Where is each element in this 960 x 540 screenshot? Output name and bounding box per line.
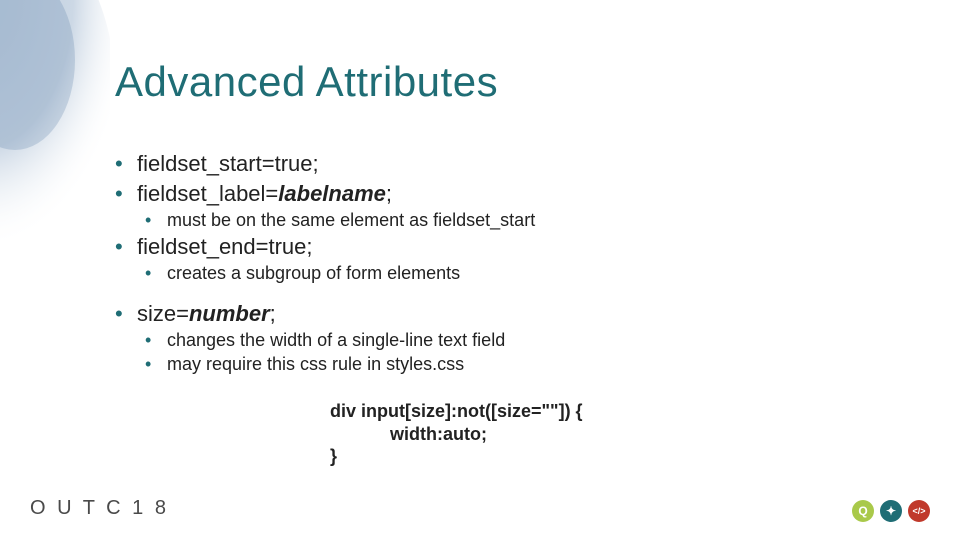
subbullet-css-rule: may require this css rule in styles.css: [145, 353, 900, 376]
subbullet-width: changes the width of a single-line text …: [145, 329, 900, 352]
footer-icon-a: Q: [852, 500, 874, 522]
footer-icon-c: </>: [908, 500, 930, 522]
text-segment: ;: [386, 181, 392, 206]
bullet-fieldset-start: fieldset_start=true;: [115, 150, 900, 178]
bullet-size: size=number;: [115, 300, 900, 328]
footer-logo: O U T C 1 8: [30, 497, 169, 520]
text-segment: ;: [270, 301, 276, 326]
italic-labelname: labelname: [278, 181, 386, 206]
watercolor-decoration: [0, 0, 110, 340]
italic-number: number: [189, 301, 270, 326]
slide-title: Advanced Attributes: [115, 58, 498, 106]
bullet-fieldset-label: fieldset_label=labelname;: [115, 180, 900, 208]
css-code-block: div input[size]:not([size=""]) { width:a…: [330, 400, 583, 468]
slide-content: fieldset_start=true; fieldset_label=labe…: [115, 150, 900, 376]
subbullet-subgroup: creates a subgroup of form elements: [145, 262, 900, 285]
subbullet-same-element: must be on the same element as fieldset_…: [145, 209, 900, 232]
text-segment: size=: [137, 301, 189, 326]
footer-icon-b: ✦: [880, 500, 902, 522]
text-segment: fieldset_label=: [137, 181, 278, 206]
footer-icons: Q ✦ </>: [852, 500, 930, 522]
bullet-fieldset-end: fieldset_end=true;: [115, 233, 900, 261]
